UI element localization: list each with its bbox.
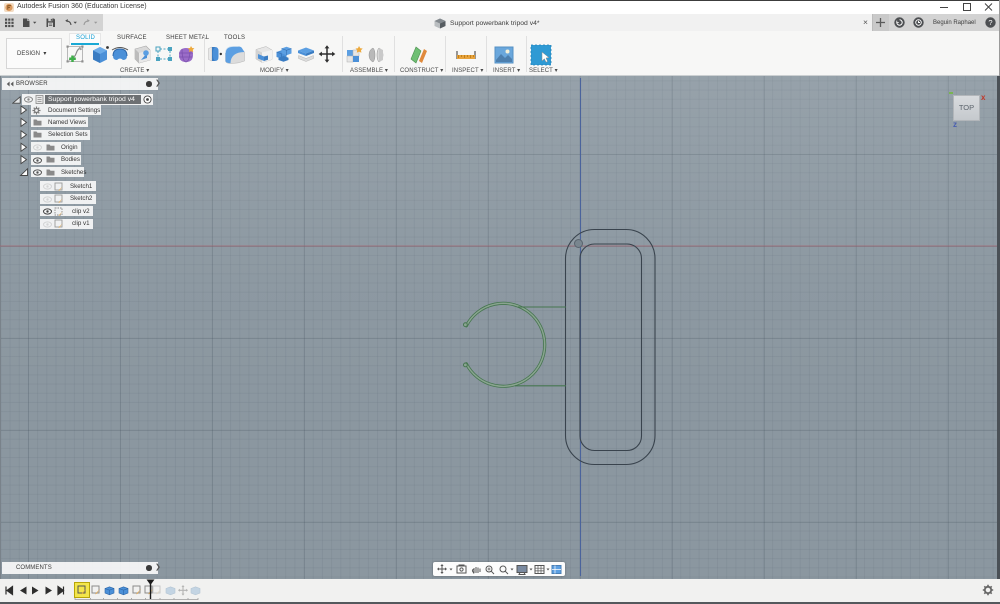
svg-text:?: ?	[988, 18, 992, 27]
